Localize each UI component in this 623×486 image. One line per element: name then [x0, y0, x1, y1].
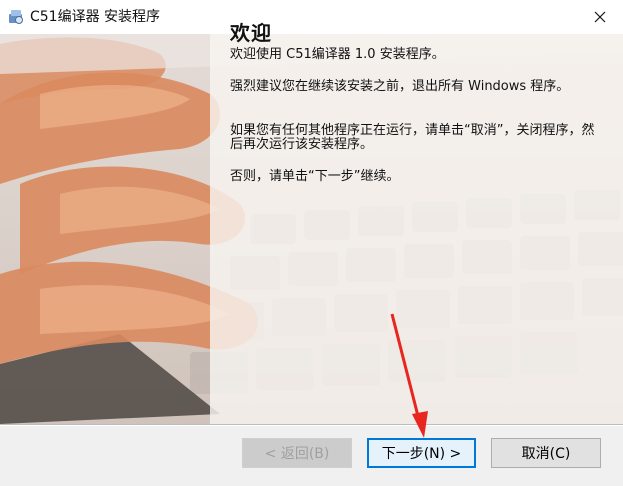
close-icon — [594, 11, 606, 23]
cancel-instruction-text: 如果您有任何其他程序正在运行，请单击“取消”，关闭程序，然后再次运行该安装程序。 — [230, 123, 595, 152]
close-programs-advice-text: 强烈建议您在继续该安装之前，退出所有 Windows 程序。 — [230, 79, 570, 94]
installer-window: C51编译器 安装程序 欢迎 欢迎使用 C51编译器 1.0 安装程序。 强烈建… — [0, 0, 623, 486]
welcome-intro-text: 欢迎使用 C51编译器 1.0 安装程序。 — [230, 47, 445, 62]
welcome-heading: 欢迎 — [230, 21, 272, 45]
title-bar: C51编译器 安装程序 — [0, 0, 623, 34]
cancel-button[interactable]: 取消(C) — [491, 438, 601, 468]
close-button[interactable] — [577, 0, 623, 34]
next-button[interactable]: 下一步(N) > — [367, 438, 476, 468]
next-instruction-text: 否则，请单击“下一步”继续。 — [230, 169, 400, 184]
window-title: C51编译器 安装程序 — [30, 9, 161, 25]
back-button[interactable]: < 返回(B) — [242, 438, 352, 468]
installer-app-icon — [9, 10, 23, 24]
